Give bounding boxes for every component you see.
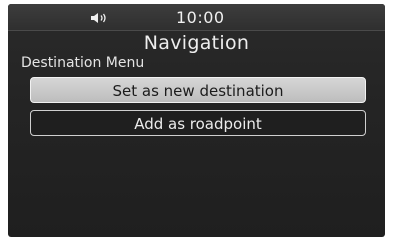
navigation-panel: 10:00 Navigation Destination Menu Set as… — [8, 4, 385, 237]
status-bar: 10:00 — [8, 4, 385, 31]
set-as-new-destination-button[interactable]: Set as new destination — [30, 77, 366, 103]
page-title: Navigation — [143, 32, 250, 54]
clock: 10:00 — [176, 8, 225, 27]
volume-icon[interactable] — [89, 11, 113, 25]
menu-subtitle: Destination Menu — [21, 55, 145, 71]
add-as-roadpoint-button[interactable]: Add as roadpoint — [30, 110, 366, 136]
screen: 10:00 Navigation Destination Menu Set as… — [0, 0, 393, 241]
